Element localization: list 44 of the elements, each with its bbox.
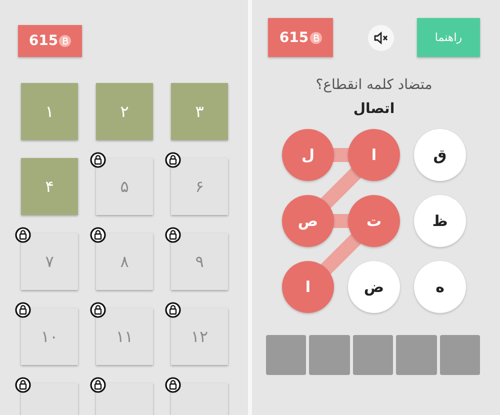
level-tile[interactable]: ۱۲ [171, 308, 228, 365]
coin-counter[interactable]: 615 [18, 25, 82, 57]
letter-circle[interactable]: ت [348, 195, 400, 247]
lock-icon [90, 227, 106, 243]
level-tile[interactable]: ۱ [21, 83, 78, 140]
lock-icon [165, 377, 181, 393]
lock-icon [15, 377, 31, 393]
lock-icon [90, 152, 106, 168]
coin-counter[interactable]: 615 [268, 18, 333, 57]
mute-icon[interactable] [368, 24, 394, 50]
letter-circle[interactable]: ض [348, 261, 400, 313]
letter-circle[interactable]: ل [282, 129, 334, 181]
lock-icon [15, 302, 31, 318]
level-tile[interactable]: ۱۱ [96, 308, 153, 365]
level-tile[interactable]: ۱۰ [21, 308, 78, 365]
hint-button[interactable]: راهنما [417, 18, 480, 57]
level-tile[interactable]: ۴ [21, 158, 78, 215]
letter-circle[interactable]: ق [414, 129, 466, 181]
level-tile[interactable]: ۲ [96, 83, 153, 140]
letter-circle[interactable]: ه [414, 261, 466, 313]
connector-line [333, 148, 349, 162]
level-tile[interactable]: ۷ [21, 233, 78, 290]
connector-line [333, 214, 349, 228]
lock-icon [90, 302, 106, 318]
question-text: متضاد کلمه انقطاع؟ [314, 77, 434, 93]
letter-circle[interactable]: ا [348, 129, 400, 181]
level-tile[interactable]: ۳ [171, 83, 228, 140]
level-tile[interactable]: ۸ [96, 233, 153, 290]
lock-icon [90, 377, 106, 393]
coin-icon [59, 35, 72, 47]
answer-text: اتصال [352, 101, 396, 117]
level-tile[interactable]: ۶ [171, 158, 228, 215]
lock-icon [165, 152, 181, 168]
connector-line [320, 234, 362, 274]
lock-icon [165, 227, 181, 243]
coin-icon [310, 32, 322, 44]
letter-circle[interactable]: ظ [414, 195, 466, 247]
level-tile[interactable]: ۹ [171, 233, 228, 290]
level-tile[interactable]: ۵ [96, 158, 153, 215]
connector-line [320, 168, 362, 208]
letter-circle[interactable]: ا [282, 261, 334, 313]
lock-icon [15, 227, 31, 243]
letter-circle[interactable]: ص [282, 195, 334, 247]
lock-icon [165, 302, 181, 318]
